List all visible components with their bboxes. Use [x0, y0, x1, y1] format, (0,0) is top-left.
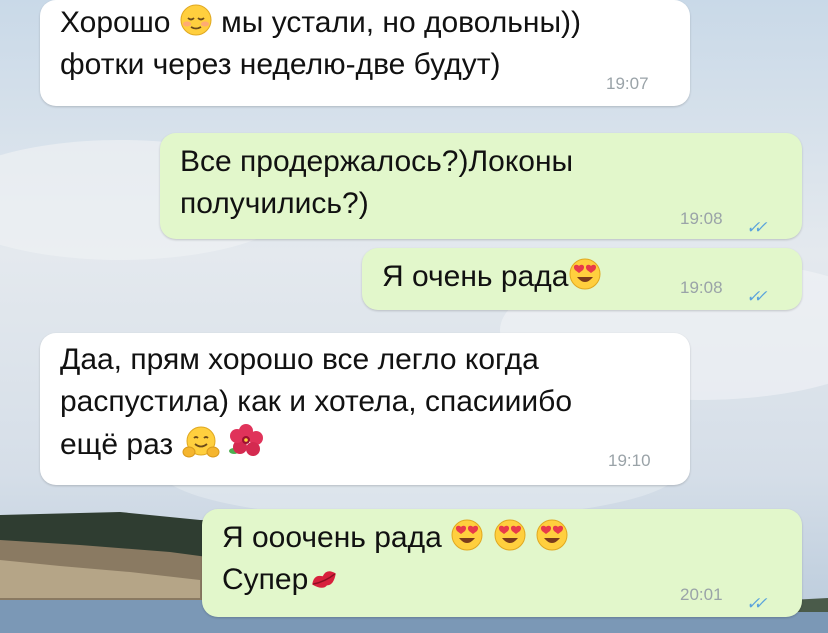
- heart-eyes-face-emoji-icon: [569, 258, 601, 290]
- read-checkmarks-icon: ✓✓: [746, 218, 767, 237]
- message-text: Хорошо мы устали, но довольны)) фотки че…: [60, 2, 581, 86]
- message-line: Хорошо: [60, 6, 171, 39]
- message-bubble-outgoing[interactable]: Я ооочень рада Супер 20:01 ✓✓: [202, 509, 802, 617]
- message-text: Я ооочень рада Супер: [222, 517, 569, 601]
- message-bubble-outgoing[interactable]: Я очень рада 19:08 ✓✓: [362, 248, 802, 310]
- message-line: получились?): [180, 187, 369, 220]
- heart-eyes-face-emoji-icon: [536, 519, 568, 551]
- message-line: ещё раз: [60, 428, 174, 461]
- relieved-face-emoji-icon: [180, 4, 212, 36]
- message-text: Даа, прям хорошо все легло когда распуст…: [60, 339, 572, 466]
- hibiscus-emoji-icon: [228, 424, 263, 456]
- message-line: Даа, прям хорошо все легло когда: [60, 343, 539, 376]
- heart-eyes-face-emoji-icon: [451, 519, 483, 551]
- hugging-face-emoji-icon: [182, 426, 220, 458]
- message-bubble-incoming[interactable]: Даа, прям хорошо все легло когда распуст…: [40, 333, 690, 485]
- message-timestamp: 20:01: [680, 585, 723, 604]
- message-line: Я ооочень рада: [222, 521, 442, 554]
- message-line: Все продержалось?)Локоны: [180, 145, 574, 178]
- message-line: мы устали, но довольны)): [221, 6, 582, 39]
- read-checkmarks-icon: ✓✓: [746, 594, 767, 613]
- message-bubble-outgoing[interactable]: Все продержалось?)Локоны получились?) 19…: [160, 133, 802, 239]
- message-line: Я очень рада: [382, 260, 569, 293]
- kiss-mark-emoji-icon: [312, 571, 337, 588]
- message-text: Все продержалось?)Локоны получились?): [180, 141, 573, 225]
- heart-eyes-face-emoji-icon: [494, 519, 525, 551]
- message-timestamp: 19:10: [608, 451, 651, 470]
- message-line: распустила) как и хотела, спасииибо: [60, 385, 573, 418]
- message-bubble-incoming[interactable]: Хорошо мы устали, но довольны)) фотки че…: [40, 0, 690, 106]
- message-text: Я очень рада: [382, 256, 602, 298]
- message-timestamp: 19:08: [680, 278, 723, 297]
- message-timestamp: 19:07: [606, 74, 649, 93]
- read-checkmarks-icon: ✓✓: [746, 287, 767, 306]
- message-line: Супер: [222, 563, 309, 596]
- message-timestamp: 19:08: [680, 209, 723, 228]
- message-line: фотки через неделю-две будут): [60, 48, 501, 81]
